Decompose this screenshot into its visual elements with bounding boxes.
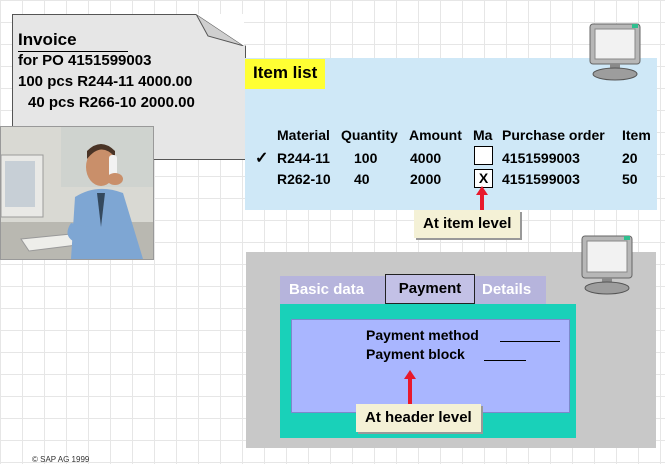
row1-quantity: 100 xyxy=(354,150,378,166)
row1-ma-checkbox[interactable] xyxy=(474,146,493,165)
row1-amount: 4000 xyxy=(410,150,442,166)
column-header-item: Item xyxy=(622,127,651,143)
invoice-title: Invoice xyxy=(18,30,128,52)
up-arrow-icon xyxy=(476,186,488,212)
tab-details[interactable]: Details xyxy=(482,281,531,298)
column-header-purchase-order: Purchase order xyxy=(502,127,605,143)
row2-purchase-order: 4151599003 xyxy=(502,171,580,187)
computer-monitor-icon xyxy=(589,23,641,81)
header-level-callout: At header level xyxy=(356,404,481,432)
row1-purchase-order: 4151599003 xyxy=(502,150,580,166)
column-header-material: Material xyxy=(277,127,330,143)
tab-basic-data[interactable]: Basic data xyxy=(289,281,364,298)
up-arrow-icon xyxy=(404,370,416,404)
row1-item: 20 xyxy=(622,150,638,166)
copyright-notice: © SAP AG 1999 xyxy=(32,455,90,464)
computer-monitor-icon xyxy=(581,235,633,295)
payment-method-label: Payment method xyxy=(366,327,479,343)
payment-block-label: Payment block xyxy=(366,346,465,362)
invoice-po-line: for PO 4151599003 xyxy=(18,52,152,69)
tab-payment[interactable]: Payment xyxy=(385,274,475,304)
column-header-amount: Amount xyxy=(409,127,462,143)
payment-method-field[interactable] xyxy=(500,341,560,342)
row2-amount: 2000 xyxy=(410,171,442,187)
column-header-ma: Ma xyxy=(473,127,493,143)
item-level-callout: At item level xyxy=(414,210,521,238)
row2-material: R262-10 xyxy=(277,171,331,187)
row1-material: R244-11 xyxy=(277,150,330,166)
column-header-quantity: Quantity xyxy=(341,127,398,143)
invoice-line-1: 100 pcs R244-11 4000.00 xyxy=(18,73,193,90)
row2-quantity: 40 xyxy=(354,171,370,187)
row-selected-check-icon[interactable]: ✓ xyxy=(255,148,268,168)
office-worker-photo xyxy=(0,126,154,260)
page-fold-icon xyxy=(196,14,244,46)
row2-item: 50 xyxy=(622,171,638,187)
invoice-line-2: 40 pcs R266-10 2000.00 xyxy=(28,94,195,111)
payment-block-field[interactable] xyxy=(484,360,526,361)
item-list-title: Item list xyxy=(245,59,326,89)
